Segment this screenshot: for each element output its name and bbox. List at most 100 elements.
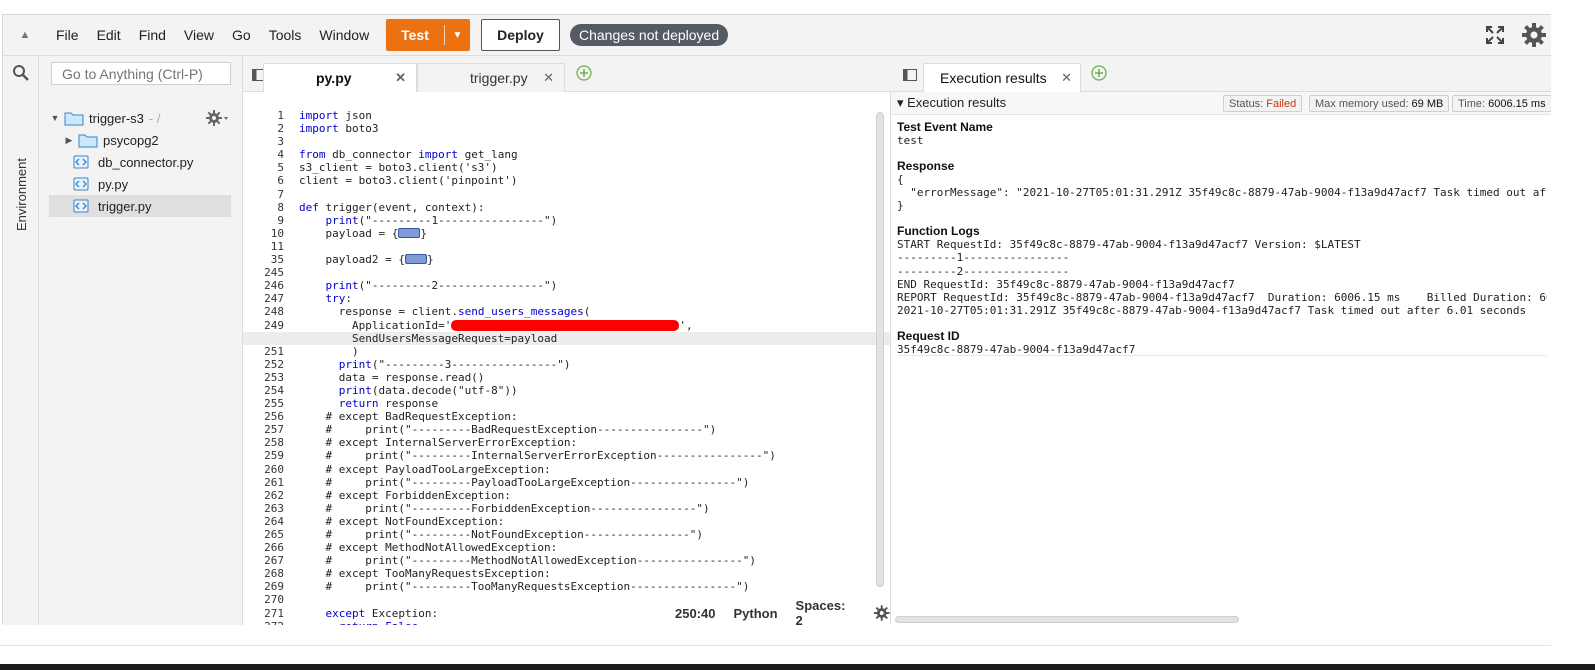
menu-go[interactable]: Go (223, 27, 260, 43)
gear-icon[interactable] (1520, 21, 1548, 49)
tree-item-db-connector[interactable]: db_connector.py (49, 151, 231, 173)
tree-item-label: db_connector.py (98, 154, 194, 170)
cursor-position[interactable]: 250:40 (675, 606, 715, 621)
tree-settings-gear-icon[interactable] (205, 109, 229, 127)
log-line: START RequestId: 35f49c8c-8879-47ab-9004… (897, 238, 1361, 252)
test-event-value: test (897, 134, 924, 147)
tree-item-trigger[interactable]: trigger.py (49, 195, 231, 217)
results-header-label: Execution results (907, 95, 1007, 110)
line-number: 268 (264, 567, 284, 581)
tree-root-folder[interactable]: ▼ trigger-s3 - / (49, 107, 231, 129)
line-number: 9 (277, 213, 284, 227)
line-number: 258 (264, 436, 284, 450)
code-line: # print("---------PayloadTooLargeExcepti… (299, 475, 750, 489)
close-icon[interactable]: ✕ (395, 70, 406, 86)
code-line: from db_connector import get_lang (299, 148, 518, 162)
close-icon[interactable]: ✕ (1061, 70, 1072, 86)
test-button-label: Test (401, 27, 429, 43)
indent-setting[interactable]: Spaces: 2 (796, 598, 855, 625)
results-horizontal-scrollbar[interactable] (895, 616, 1239, 623)
tab-trigger-py[interactable]: trigger.py ✕ (417, 63, 565, 92)
line-number: 255 (264, 397, 284, 411)
fold-marker[interactable] (404, 254, 427, 265)
chevron-right-icon[interactable]: ▶ (63, 135, 75, 146)
results-header: ▾ Execution results Status: Failed Max m… (891, 92, 1552, 115)
line-number: 253 (264, 370, 284, 384)
deploy-button[interactable]: Deploy (481, 19, 560, 51)
line-number: 10 (270, 226, 284, 240)
menu-tools[interactable]: Tools (260, 27, 311, 43)
fold-marker[interactable] (398, 227, 421, 238)
menu-file[interactable]: File (47, 27, 88, 43)
tab-execution-results[interactable]: Execution results ✕ (923, 63, 1081, 92)
line-number: 256 (264, 410, 284, 424)
goto-anything-input[interactable] (51, 62, 231, 85)
log-line: REPORT RequestId: 35f49c8c-8879-47ab-900… (897, 290, 1547, 304)
tab-py-py[interactable]: py.py ✕ (263, 63, 417, 92)
add-tab-plus-icon[interactable] (1091, 65, 1107, 81)
chevron-down-icon[interactable]: ▼ (49, 113, 61, 123)
line-number: 7 (277, 187, 284, 201)
code-line: response = client.send_users_messages( (299, 305, 591, 319)
test-button[interactable]: Test ▼ (386, 19, 470, 51)
menu-view[interactable]: View (175, 27, 223, 43)
code-line: print("---------2----------------") (325, 279, 558, 293)
code-line: data = response.read() (299, 370, 485, 384)
code-content[interactable]: import json import boto3 from db_connect… (243, 109, 890, 625)
search-icon[interactable] (12, 64, 30, 82)
panel-icon[interactable] (903, 69, 917, 81)
python-file-icon (73, 177, 89, 191)
close-icon[interactable]: ✕ (543, 70, 554, 86)
tree-item-label: psycopg2 (103, 132, 159, 148)
line-number: 270 (264, 593, 284, 607)
collapse-arrow-icon[interactable]: ▲ (3, 29, 47, 41)
code-line: # except PayloadTooLargeException: (299, 462, 551, 476)
menu-edit[interactable]: Edit (88, 27, 130, 43)
menu-find[interactable]: Find (130, 27, 175, 43)
redacted-application-id (451, 320, 680, 331)
response-title: Response (897, 159, 955, 174)
code-editor[interactable]: 1234567891011352452462472482492502512522… (243, 92, 891, 625)
chevron-down-icon[interactable]: ▼ (445, 30, 470, 41)
editor-tab-bar: py.py ✕ trigger.py ✕ Execution results ✕ (243, 56, 1552, 92)
add-tab-plus-icon[interactable] (576, 65, 592, 81)
line-number: 259 (264, 449, 284, 463)
folder-icon (78, 134, 98, 147)
code-line: # except NotFoundException: (299, 514, 505, 528)
time-pill: Time: 6006.15 ms (1452, 95, 1552, 112)
tree-item-psycopg2[interactable]: ▶ psycopg2 (49, 129, 231, 151)
code-line: ) (299, 344, 359, 358)
fullscreen-icon[interactable] (1485, 25, 1505, 45)
environment-tab[interactable]: Environment (7, 152, 35, 236)
tree-item-py[interactable]: py.py (49, 173, 231, 195)
memory-pill-label: Max memory used: (1315, 97, 1409, 110)
line-number: 254 (264, 383, 284, 397)
line-number: 262 (264, 488, 284, 502)
editor-vertical-scrollbar[interactable] (876, 112, 884, 587)
line-number: 251 (264, 344, 284, 358)
code-line: def trigger(event, context): (299, 200, 485, 214)
code-line: # except TooManyRequestsException: (299, 567, 551, 581)
code-line: s3_client = boto3.client('s3') (299, 161, 498, 175)
status-badge: Changes not deployed (570, 24, 729, 46)
page-bottom-area (0, 645, 1551, 664)
line-number: 245 (264, 266, 284, 280)
request-id-value[interactable]: 35f49c8c-8879-47ab-9004-f13a9d47acf7 (897, 343, 1547, 357)
memory-pill: Max memory used: 69 MB (1309, 95, 1450, 112)
log-line: 2021-10-27T05:01:31.291Z 35f49c8c-8879-4… (897, 303, 1527, 317)
line-number: 8 (277, 200, 284, 214)
response-line: } (897, 199, 904, 213)
gear-icon[interactable] (873, 604, 890, 622)
code-line: # print("---------InternalServerErrorExc… (299, 449, 776, 463)
language-mode[interactable]: Python (733, 606, 777, 621)
code-line: ApplicationId=' ', (299, 318, 693, 332)
menu-window[interactable]: Window (310, 27, 378, 43)
line-number: 272 (243, 620, 289, 625)
log-line: END RequestId: 35f49c8c-8879-47ab-9004-f… (897, 277, 1235, 291)
line-number: 3 (277, 135, 284, 149)
line-number: 263 (264, 501, 284, 515)
tab-label: Execution results (940, 70, 1047, 86)
results-header-title[interactable]: ▾ Execution results (897, 95, 1006, 111)
code-line: # print("---------MethodNotAllowedExcept… (299, 554, 756, 568)
